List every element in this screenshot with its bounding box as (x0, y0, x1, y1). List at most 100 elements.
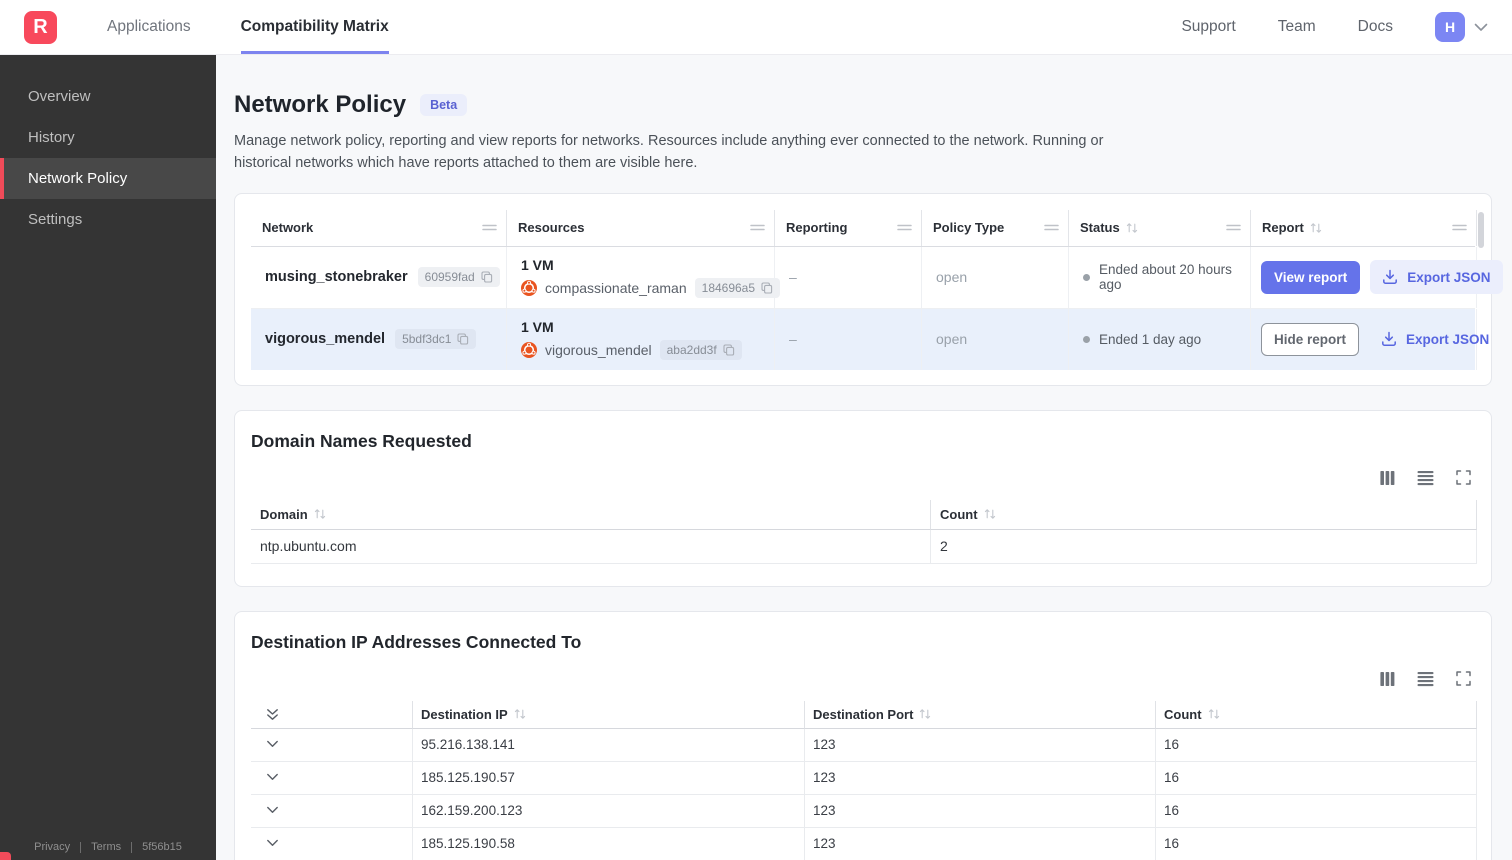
count-value: 16 (1156, 827, 1477, 860)
destination-ip: 95.216.138.141 (413, 728, 805, 762)
fullscreen-icon[interactable] (1456, 671, 1471, 686)
policy-type-value: open (936, 331, 968, 347)
sort-icon[interactable] (1310, 222, 1322, 234)
network-row[interactable]: vigorous_mendel 5bdf3dc1 1 VM vigorous_m… (251, 307, 1489, 370)
column-header-reporting[interactable]: Reporting (775, 209, 922, 246)
network-cell: vigorous_mendel 5bdf3dc1 (251, 308, 507, 370)
column-header-resources[interactable]: Resources (507, 209, 775, 246)
column-header-network[interactable]: Network (251, 209, 507, 246)
tab-compatibility-matrix[interactable]: Compatibility Matrix (240, 0, 389, 54)
expand-row-cell[interactable] (251, 728, 413, 762)
sort-icon[interactable] (1208, 708, 1220, 720)
expand-row-cell[interactable] (251, 794, 413, 828)
terms-link[interactable]: Terms (91, 841, 121, 853)
column-drag-handle-icon[interactable] (1226, 224, 1241, 231)
columns-layout-icon[interactable] (1380, 671, 1395, 687)
domain-row[interactable]: ntp.ubuntu.com 2 (251, 529, 1477, 564)
resource-id-badge[interactable]: 184696a5 (694, 277, 781, 298)
view-report-button[interactable]: View report (1261, 260, 1361, 294)
count-value: 16 (1156, 794, 1477, 828)
network-row[interactable]: musing_stonebraker 60959fad 1 VM compass… (251, 246, 1503, 308)
app-logo[interactable]: R (24, 10, 57, 44)
column-header-destination-port[interactable]: Destination Port (805, 700, 1156, 729)
destination-row[interactable]: 185.125.190.57 123 16 (251, 761, 1477, 795)
export-json-button[interactable]: Export JSON (1369, 322, 1501, 356)
resource-id-badge[interactable]: aba2dd3f (659, 339, 742, 360)
networks-table-header: Network Resources Reporting Policy Type … (251, 209, 1477, 247)
sort-icon[interactable] (984, 508, 996, 520)
sidebar-footer: Privacy Terms 5f56b15 (0, 841, 216, 853)
sort-icon[interactable] (919, 708, 931, 720)
column-drag-handle-icon[interactable] (1044, 224, 1059, 231)
column-header-report[interactable]: Report (1251, 209, 1477, 246)
column-header-count[interactable]: Count (1156, 700, 1477, 729)
privacy-link[interactable]: Privacy (34, 841, 70, 853)
sidebar-item-network-policy[interactable]: Network Policy (0, 158, 216, 199)
column-drag-handle-icon[interactable] (1452, 224, 1467, 231)
expand-all-icon[interactable] (266, 708, 279, 721)
status-cell: Ended 1 day ago (1069, 308, 1251, 370)
user-menu[interactable]: H (1435, 12, 1488, 42)
column-header-status[interactable]: Status (1069, 209, 1251, 246)
copy-icon[interactable] (761, 281, 773, 294)
divider (80, 841, 82, 853)
link-team[interactable]: Team (1278, 18, 1316, 36)
destination-row[interactable]: 185.125.190.58 123 16 (251, 827, 1477, 860)
report-cell: View report Export JSON (1251, 246, 1503, 308)
column-header-destination-ip[interactable]: Destination IP (413, 700, 805, 729)
version-label: 5f56b15 (142, 841, 182, 853)
sidebar-item-settings[interactable]: Settings (0, 199, 216, 240)
page-description: Manage network policy, reporting and vie… (234, 133, 1104, 171)
link-support[interactable]: Support (1181, 18, 1235, 36)
avatar[interactable]: H (1435, 12, 1465, 42)
column-drag-handle-icon[interactable] (750, 224, 765, 231)
sort-icon[interactable] (1126, 222, 1138, 234)
resource-name: vigorous_mendel (545, 341, 652, 358)
column-drag-handle-icon[interactable] (897, 224, 912, 231)
divider (131, 841, 133, 853)
network-id-badge[interactable]: 60959fad (417, 267, 500, 287)
main-content: Network Policy Beta Manage network polic… (216, 55, 1512, 860)
network-name: musing_stonebraker (265, 269, 408, 285)
copy-icon[interactable] (723, 343, 735, 356)
column-header-count[interactable]: Count (931, 499, 1477, 530)
column-drag-handle-icon[interactable] (482, 224, 497, 231)
destination-ip: 162.159.200.123 (413, 794, 805, 828)
rows-layout-icon[interactable] (1417, 470, 1434, 486)
column-header-domain[interactable]: Domain (251, 499, 931, 530)
sidebar: Overview History Network Policy Settings… (0, 55, 216, 860)
tab-applications[interactable]: Applications (107, 0, 191, 54)
reporting-cell: – (775, 246, 922, 308)
chevron-down-icon (1474, 23, 1488, 32)
destination-row[interactable]: 162.159.200.123 123 16 (251, 794, 1477, 828)
copy-icon[interactable] (457, 333, 469, 345)
domain-value: ntp.ubuntu.com (251, 529, 931, 564)
reporting-value: – (789, 269, 797, 285)
rows-layout-icon[interactable] (1417, 671, 1434, 687)
fullscreen-icon[interactable] (1456, 470, 1471, 485)
table-scrollbar[interactable] (1478, 211, 1484, 248)
destination-port: 123 (805, 728, 1156, 762)
expand-all-header[interactable] (251, 700, 413, 729)
copy-icon[interactable] (481, 271, 493, 283)
columns-layout-icon[interactable] (1380, 470, 1395, 486)
status-dot (1083, 335, 1090, 343)
hide-report-button[interactable]: Hide report (1261, 322, 1360, 356)
reporting-cell: – (775, 308, 922, 370)
column-header-policy-type[interactable]: Policy Type (922, 209, 1069, 246)
sidebar-item-overview[interactable]: Overview (0, 76, 216, 117)
expand-row-cell[interactable] (251, 827, 413, 860)
sort-icon[interactable] (514, 708, 526, 720)
export-json-button[interactable]: Export JSON (1370, 260, 1503, 294)
vm-count: 1 VM (521, 256, 554, 273)
networks-table-card: Network Resources Reporting Policy Type … (234, 192, 1503, 386)
network-id-badge[interactable]: 5bdf3dc1 (395, 329, 477, 349)
destination-ip: 185.125.190.58 (413, 827, 805, 860)
status-cell: Ended about 20 hours ago (1069, 246, 1251, 308)
destination-row[interactable]: 95.216.138.141 123 16 (251, 728, 1477, 762)
policy-type-value: open (936, 269, 968, 285)
expand-row-cell[interactable] (251, 761, 413, 795)
link-docs[interactable]: Docs (1358, 18, 1393, 36)
sort-icon[interactable] (314, 508, 326, 520)
sidebar-item-history[interactable]: History (0, 117, 216, 158)
